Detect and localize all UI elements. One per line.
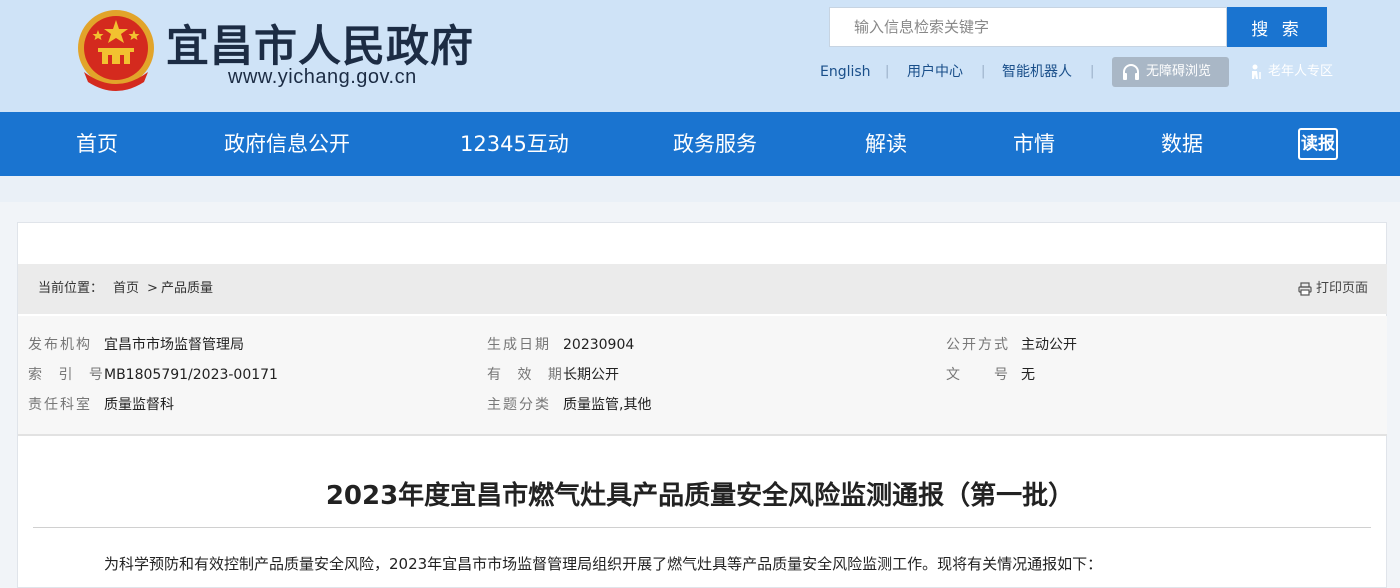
national-emblem-icon xyxy=(78,10,154,91)
nav-gov-info[interactable]: 政府信息公开 xyxy=(224,112,350,176)
publisher-label: 发布机构 xyxy=(28,337,92,353)
publisher-value: 宜昌市市场监督管理局 xyxy=(104,337,244,353)
read-aloud-button[interactable]: 读报 xyxy=(1298,128,1338,160)
site-title[interactable]: 宜昌市人民政府 xyxy=(166,12,474,74)
nav-services[interactable]: 政务服务 xyxy=(673,112,757,176)
date-label: 生成日期 xyxy=(487,337,551,353)
link-separator: | xyxy=(885,64,890,79)
index-label: 索 引 号 xyxy=(28,367,109,383)
validity-label: 有 效 期 xyxy=(487,367,568,383)
disclosure-label: 公开方式 xyxy=(946,337,1010,353)
article-title: 2023年度宜昌市燃气灶具产品质量安全风险监测通报（第一批） xyxy=(325,481,1075,511)
validity-value: 长期公开 xyxy=(563,367,619,383)
headphones-icon xyxy=(1123,64,1139,80)
search-input[interactable] xyxy=(829,7,1227,47)
english-link[interactable]: English xyxy=(820,62,871,82)
date-value: 20230904 xyxy=(563,337,635,353)
breadcrumb-home[interactable]: 首页 xyxy=(113,264,139,314)
title-divider xyxy=(33,527,1371,528)
dept-value: 质量监督科 xyxy=(104,397,174,413)
link-separator: | xyxy=(1090,64,1095,79)
docno-label: 文 号 xyxy=(946,367,1010,383)
printer-icon xyxy=(1298,282,1312,296)
dept-label: 责任科室 xyxy=(28,397,92,413)
print-label: 打印页面 xyxy=(1316,281,1369,296)
main-nav: 首页 政府信息公开 12345互动 政务服务 解读 市情 数据 xyxy=(0,112,1400,176)
header-stripe xyxy=(0,176,1400,202)
document-metadata: 发布机构 宜昌市市场监督管理局 生成日期 20230904 公开方式 主动公开 … xyxy=(18,316,1387,436)
elder-person-icon xyxy=(1252,64,1261,79)
topic-label: 主题分类 xyxy=(487,397,551,413)
nav-city-info[interactable]: 市情 xyxy=(1013,112,1055,176)
user-center-link[interactable]: 用户中心 xyxy=(907,62,963,82)
topic-value: 质量监管,其他 xyxy=(563,397,652,413)
elder-zone-link[interactable]: 老年人专区 xyxy=(1248,62,1333,82)
accessibility-label: 无障碍浏览 xyxy=(1146,64,1212,79)
breadcrumb-prefix: 当前位置： xyxy=(38,281,104,296)
elder-zone-label: 老年人专区 xyxy=(1268,64,1334,79)
robot-link[interactable]: 智能机器人 xyxy=(1002,62,1072,82)
nav-home[interactable]: 首页 xyxy=(76,112,118,176)
breadcrumb-arrow: > xyxy=(147,281,158,296)
link-separator: | xyxy=(981,64,986,79)
accessibility-button[interactable]: 无障碍浏览 xyxy=(1112,57,1229,87)
search-button[interactable]: 搜 索 xyxy=(1227,7,1327,47)
breadcrumb: 当前位置： 首页 > 产品质量 xyxy=(18,264,1387,314)
index-value: MB1805791/2023-00171 xyxy=(104,367,278,383)
docno-value: 无 xyxy=(1021,367,1035,383)
disclosure-value: 主动公开 xyxy=(1021,337,1077,353)
article-paragraph: 为科学预防和有效控制产品质量安全风险，2023年宜昌市市场监督管理局组织开展了燃… xyxy=(104,555,1103,573)
print-page-link[interactable]: 打印页面 xyxy=(1298,264,1368,314)
nav-data[interactable]: 数据 xyxy=(1161,112,1203,176)
breadcrumb-current[interactable]: 产品质量 xyxy=(161,264,213,314)
nav-interpretation[interactable]: 解读 xyxy=(865,112,907,176)
nav-12345[interactable]: 12345互动 xyxy=(460,112,569,176)
site-header: 宜昌市人民政府 www.yichang.gov.cn 搜 索 English |… xyxy=(0,0,1400,112)
site-url: www.yichang.gov.cn xyxy=(228,66,417,88)
